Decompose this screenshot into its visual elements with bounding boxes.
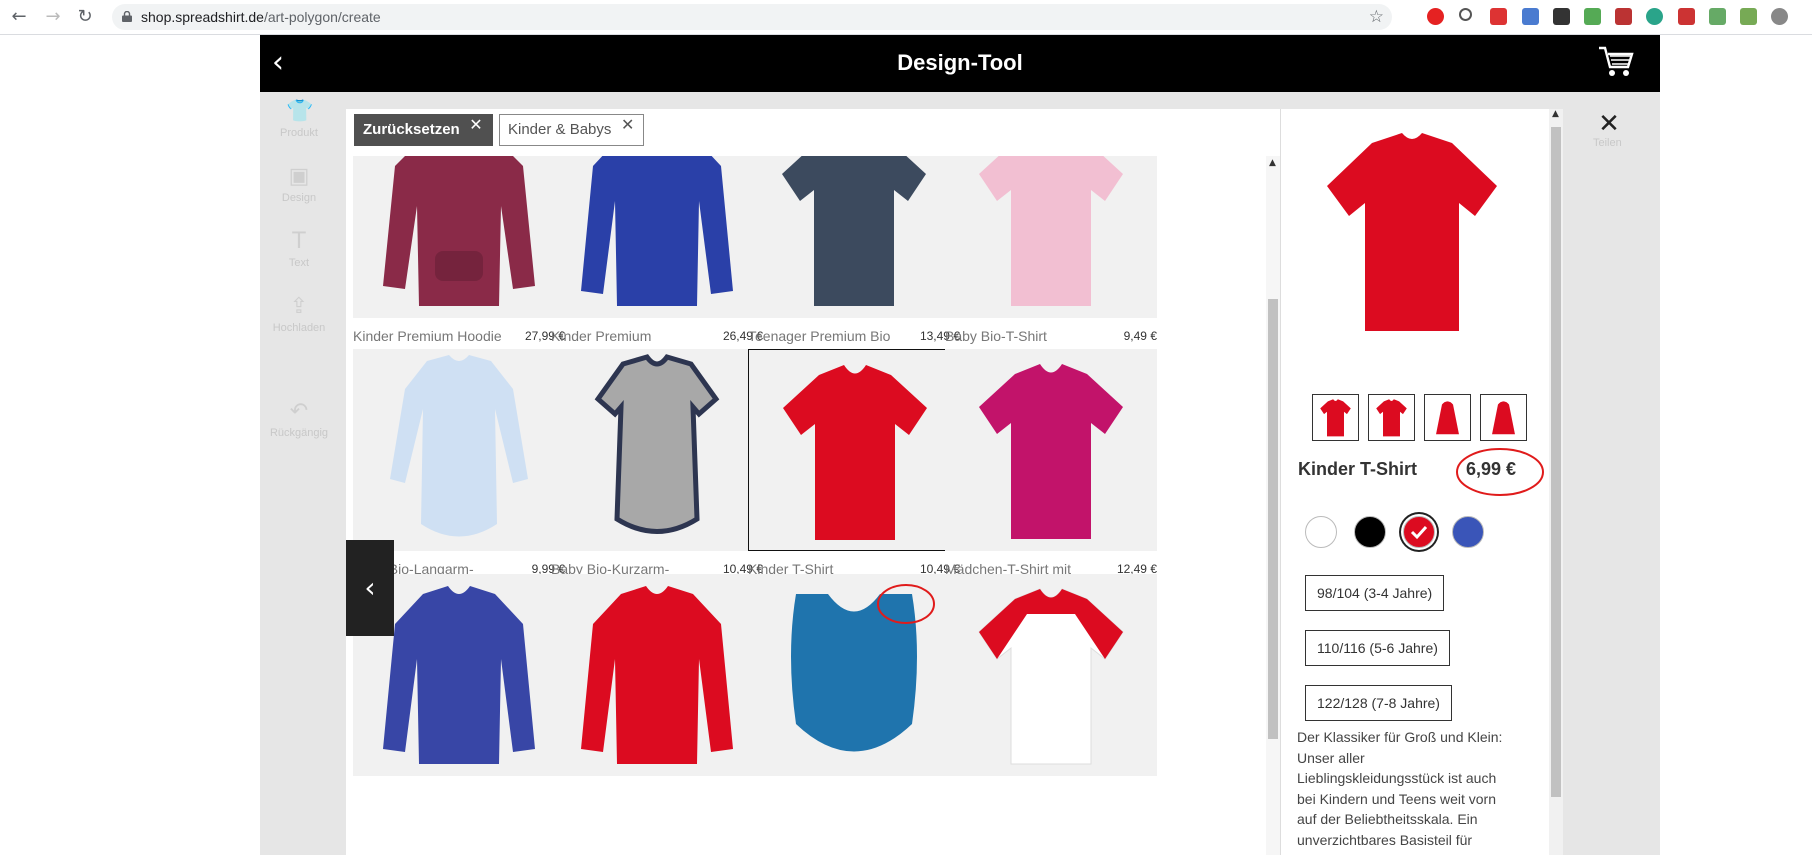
acrobat-extension-icon[interactable] bbox=[1615, 8, 1632, 25]
browser-toolbar: ← → ↻ shop.spreadshirt.de/art-polygon/cr… bbox=[0, 0, 1812, 35]
product-image[interactable] bbox=[353, 349, 565, 551]
bookmark-star-icon[interactable]: ☆ bbox=[1369, 7, 1384, 27]
extension-icon[interactable] bbox=[1740, 8, 1757, 25]
product-image[interactable] bbox=[551, 574, 763, 776]
view-thumbnail[interactable] bbox=[1368, 394, 1415, 441]
cart-icon[interactable] bbox=[1598, 45, 1634, 79]
sidebar-item-undo[interactable]: ↶ Rückgängig bbox=[266, 399, 332, 439]
extension-icon[interactable] bbox=[1584, 8, 1601, 25]
page: ‹ Design-Tool 👕 Produkt ▣ Design T Text ⇪ Ho… bbox=[0, 35, 1812, 855]
product-image[interactable] bbox=[945, 574, 1157, 776]
price-circle-annotation bbox=[1456, 448, 1544, 496]
back-arrow-icon[interactable]: ← bbox=[8, 6, 30, 28]
scroll-up-arrow-icon[interactable]: ▲ bbox=[1269, 158, 1276, 168]
extension-icon[interactable] bbox=[1553, 8, 1570, 25]
close-icon[interactable]: ✕ bbox=[1594, 109, 1624, 139]
sidebar-item-design[interactable]: ▣ Design bbox=[266, 164, 332, 204]
search-extension-icon[interactable] bbox=[1459, 8, 1472, 21]
adblock-extension-icon[interactable] bbox=[1427, 8, 1444, 25]
shirt-icon: 👕 bbox=[286, 99, 314, 124]
close-icon: ✕ bbox=[620, 115, 635, 134]
product-image[interactable] bbox=[551, 156, 763, 318]
product-name: Baby Bio-T-Shirt bbox=[945, 328, 1047, 344]
scrollbar-thumb[interactable] bbox=[1551, 127, 1561, 797]
pinterest-extension-icon[interactable] bbox=[1771, 8, 1788, 25]
color-swatch[interactable] bbox=[1452, 516, 1484, 548]
header: ‹ Design-Tool bbox=[260, 35, 1660, 92]
upload-icon: ⇪ bbox=[289, 294, 309, 319]
view-thumbnail[interactable] bbox=[1480, 394, 1527, 441]
product-grid: Kinder Premium Hoodie 27,99 € Kinder Prem… bbox=[346, 156, 1266, 855]
image-icon: ▣ bbox=[288, 164, 310, 189]
grid-scrollbar[interactable]: ▲ bbox=[1266, 156, 1280, 855]
extension-icon[interactable] bbox=[1646, 8, 1663, 25]
sidebar-item-text[interactable]: T Text bbox=[266, 229, 332, 269]
sidebar-item-hochladen[interactable]: ⇪ Hochladen bbox=[266, 294, 332, 334]
detail-scrollbar[interactable]: ▲ bbox=[1549, 109, 1563, 855]
size-option-button[interactable]: 98/104 (3-4 Jahre) bbox=[1305, 575, 1445, 611]
product-image[interactable] bbox=[748, 156, 960, 318]
reload-icon[interactable]: ↻ bbox=[74, 6, 96, 28]
reset-filter-button[interactable]: Zurücksetzen ✕ bbox=[354, 114, 493, 146]
url-text: shop.spreadshirt.de/art-polygon/create bbox=[141, 9, 381, 25]
price-circle-annotation bbox=[877, 584, 935, 624]
undo-icon: ↶ bbox=[289, 399, 309, 424]
scrollbar-thumb[interactable] bbox=[1268, 299, 1278, 739]
color-swatch[interactable] bbox=[1305, 516, 1337, 548]
view-thumbnail[interactable] bbox=[1312, 394, 1359, 441]
extension-icon[interactable] bbox=[1678, 8, 1695, 25]
product-detail-panel: Kinder T-Shirt 6,99 € 98/104 (3-4 Jahre)… bbox=[1280, 109, 1620, 855]
tool-sidebar: 👕 Produkt ▣ Design T Text ⇪ Hochladen ↶ Rückg… bbox=[266, 99, 332, 799]
size-option-button[interactable]: 122/128 (7-8 Jahre) bbox=[1305, 685, 1452, 721]
page-title: Design-Tool bbox=[897, 50, 1023, 75]
product-image[interactable] bbox=[945, 156, 1157, 318]
product-image[interactable] bbox=[353, 156, 565, 318]
product-picker-modal: Zurücksetzen ✕ Kinder & Babys ✕ Kinder Pre… bbox=[346, 109, 1620, 855]
chevron-left-icon: ‹ bbox=[364, 571, 376, 604]
check-icon bbox=[1410, 525, 1428, 540]
product-name: Kinder T-Shirt bbox=[1298, 459, 1418, 479]
product-description: Der Klassiker für Groß und Klein: Unser … bbox=[1297, 729, 1503, 848]
product-image[interactable] bbox=[551, 349, 763, 551]
view-thumbnail[interactable] bbox=[1424, 394, 1471, 441]
text-icon: T bbox=[292, 229, 306, 254]
address-bar[interactable]: shop.spreadshirt.de/art-polygon/create ☆ bbox=[112, 4, 1392, 30]
color-swatch[interactable] bbox=[1354, 516, 1386, 548]
right-tools: Teilen bbox=[1560, 97, 1660, 855]
extension-icon[interactable] bbox=[1709, 8, 1726, 25]
sidebar-item-produkt[interactable]: 👕 Produkt bbox=[266, 99, 332, 139]
lock-icon bbox=[122, 11, 132, 22]
forward-arrow-icon[interactable]: → bbox=[42, 6, 64, 28]
filter-chip-kinder-babys[interactable]: Kinder & Babys ✕ bbox=[499, 114, 645, 146]
previous-button[interactable]: ‹ bbox=[346, 540, 394, 636]
design-tool-app: ‹ Design-Tool 👕 Produkt ▣ Design T Text ⇪ Ho… bbox=[260, 35, 1660, 855]
product-image[interactable] bbox=[748, 349, 960, 551]
translate-extension-icon[interactable] bbox=[1522, 8, 1539, 25]
product-image[interactable] bbox=[945, 349, 1157, 551]
product-price: 9,49 € bbox=[1123, 329, 1157, 343]
product-hero-image bbox=[1327, 133, 1497, 331]
size-option-button[interactable]: 110/116 (5-6 Jahre) bbox=[1305, 630, 1450, 666]
close-icon: ✕ bbox=[469, 115, 483, 134]
scroll-up-arrow-icon[interactable]: ▲ bbox=[1552, 109, 1559, 119]
product-name: Kinder Premium Hoodie bbox=[353, 328, 502, 344]
extension-icon[interactable] bbox=[1490, 8, 1507, 25]
color-swatch[interactable] bbox=[1403, 516, 1435, 548]
